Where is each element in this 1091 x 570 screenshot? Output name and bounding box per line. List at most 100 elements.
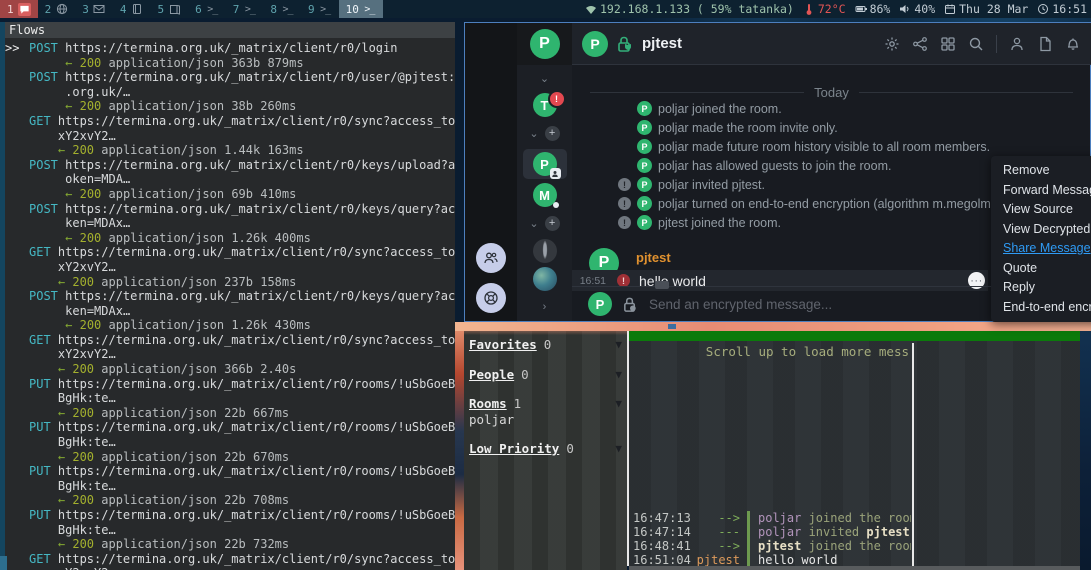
explore-button[interactable]: [476, 283, 506, 313]
flow-url-continuation: ken=MDAx…: [65, 304, 130, 318]
time-label: 16:51: [1052, 2, 1087, 16]
add-room-button[interactable]: +: [545, 126, 560, 141]
log-line: 16:48:41-->pjtest joined the room.: [633, 539, 911, 553]
collapse-triangle-icon[interactable]: ▼: [615, 397, 622, 410]
encrypted-lock-icon: [616, 35, 634, 53]
room-list-item[interactable]: poljar: [464, 411, 627, 427]
menu-item-share-message[interactable]: Share Message: [991, 239, 1091, 259]
section-rooms[interactable]: Rooms1▼: [464, 396, 627, 411]
grid-icon[interactable]: [940, 36, 956, 52]
menu-item-forward-message[interactable]: Forward Message: [991, 181, 1091, 201]
section-people[interactable]: People0▼: [464, 367, 627, 382]
search-icon[interactable]: [968, 36, 984, 52]
response-code: 200: [72, 493, 94, 507]
globe-room-avatar[interactable]: [533, 267, 557, 291]
flow-url-continuation: ken=MDAx…: [65, 216, 130, 230]
flow-item[interactable]: POST https://termina.org.uk/_matrix/clie…: [5, 289, 455, 333]
flow-response: ← 200 application/json 1.26k 400ms: [5, 231, 455, 246]
menu-item-quote[interactable]: Quote: [991, 259, 1091, 279]
room-avatar[interactable]: T!: [533, 93, 557, 117]
menu-item-end-to-end-encryption-information[interactable]: End-to-end encryption information: [991, 298, 1091, 318]
flow-item[interactable]: >>POST https://termina.org.uk/_matrix/cl…: [5, 41, 455, 70]
response-meta: application/json 1.44k 163ms: [94, 143, 304, 157]
flow-item[interactable]: PUT https://termina.org.uk/_matrix/clien…: [5, 377, 455, 421]
workspace-button-1[interactable]: 1: [0, 0, 38, 18]
people-button[interactable]: [476, 243, 506, 273]
flow-response: ← 200 application/json 366b 2.40s: [5, 362, 455, 377]
battery-label: 86%: [870, 2, 891, 16]
workspace-button-7[interactable]: 7>_: [226, 0, 264, 18]
workspace-button-10[interactable]: 10>_: [339, 0, 383, 18]
flow-item[interactable]: GET https://termina.org.uk/_matrix/clien…: [5, 114, 455, 158]
room-avatar[interactable]: P: [582, 31, 608, 57]
log-message-part: joined the room.: [801, 539, 911, 553]
collapse-triangle-icon[interactable]: ▼: [615, 338, 622, 351]
room-entry[interactable]: M: [533, 183, 557, 207]
expand-chevron-icon[interactable]: ›: [543, 301, 547, 313]
userlist-divider[interactable]: [912, 343, 914, 566]
menu-item-reply[interactable]: Reply: [991, 278, 1091, 298]
workspace-button-6[interactable]: 6>_: [188, 0, 226, 18]
response-meta: application/json 69b 410ms: [101, 187, 296, 201]
workspace-button-2[interactable]: 2: [38, 0, 76, 18]
room-entry[interactable]: [533, 267, 557, 291]
response-arrow: ←: [58, 143, 72, 157]
selected-room[interactable]: P: [523, 149, 567, 179]
flow-item[interactable]: GET https://termina.org.uk/_matrix/clien…: [5, 245, 455, 289]
workspace-button-8[interactable]: 8>_: [263, 0, 301, 18]
response-arrow: ←: [58, 537, 72, 551]
response-meta: application/json 363b 879ms: [101, 56, 303, 70]
flow-url-line: .org.uk/…: [5, 85, 455, 100]
taskbar: 123456>_7>_8>_9>_10>_ 192.168.1.133 ( 59…: [0, 0, 1091, 18]
person-icon[interactable]: [1009, 36, 1025, 52]
room-header-icons: [884, 35, 1081, 53]
menu-item-view-decrypted-source[interactable]: View Decrypted Source: [991, 220, 1091, 240]
flow-item[interactable]: POST https://termina.org.uk/_matrix/clie…: [5, 202, 455, 246]
section-chevron-icon[interactable]: ⌄: [529, 128, 538, 140]
collapse-triangle-icon[interactable]: ▼: [615, 442, 622, 455]
tower-room-avatar[interactable]: [533, 239, 557, 263]
terminal-icon: >_: [281, 3, 294, 16]
flow-item[interactable]: GET https://termina.org.uk/_matrix/clien…: [5, 333, 455, 377]
workspace-button-4[interactable]: 4: [113, 0, 151, 18]
menu-item-view-source[interactable]: View Source: [991, 200, 1091, 220]
wallpaper-detail: [668, 324, 676, 329]
workspace-button-5[interactable]: 5: [151, 0, 189, 18]
document-icon[interactable]: [1037, 36, 1053, 52]
volume-icon: [899, 3, 911, 15]
user-avatar[interactable]: P: [530, 29, 560, 59]
share-icon[interactable]: [912, 36, 928, 52]
flow-item[interactable]: PUT https://termina.org.uk/_matrix/clien…: [5, 508, 455, 552]
people-icon: [483, 250, 499, 266]
flow-response: ← 200 application/json 1.26k 430ms: [5, 318, 455, 333]
menu-item-remove[interactable]: Remove: [991, 161, 1091, 181]
workspace-button-3[interactable]: 3: [75, 0, 113, 18]
section-chevron-icon[interactable]: ⌄: [529, 218, 538, 230]
flow-response: ← 200 application/json 22b 708ms: [5, 493, 455, 508]
flow-item[interactable]: POST https://termina.org.uk/_matrix/clie…: [5, 158, 455, 202]
event-text: poljar made the room invite only.: [658, 121, 838, 135]
add-room-button[interactable]: +: [545, 216, 560, 231]
flow-item[interactable]: GET https://termina.org.uk/_matrix/clien…: [5, 552, 455, 570]
section-low-priority[interactable]: Low Priority0▼: [464, 441, 627, 456]
message-input[interactable]: Send an encrypted message...: [649, 297, 832, 312]
section-favorites[interactable]: Favorites0▼: [464, 337, 627, 352]
room-entry[interactable]: [533, 239, 557, 263]
gear-icon[interactable]: [884, 36, 900, 52]
flow-item[interactable]: PUT https://termina.org.uk/_matrix/clien…: [5, 464, 455, 508]
room-entry[interactable]: T!: [533, 93, 557, 117]
collapse-chevron-icon[interactable]: ⌄: [540, 73, 549, 85]
flow-item[interactable]: POST https://termina.org.uk/_matrix/clie…: [5, 70, 455, 114]
status-area: 192.168.1.133 ( 59% tatanka) 72°C 86% 40…: [585, 2, 1091, 16]
mitmproxy-window: Flows >>POST https://termina.org.uk/_mat…: [0, 22, 455, 570]
flow-item[interactable]: PUT https://termina.org.uk/_matrix/clien…: [5, 420, 455, 464]
room-avatar[interactable]: P: [533, 152, 557, 176]
event-avatar: P: [637, 177, 652, 192]
gomuks-input-bar[interactable]: [629, 566, 1080, 570]
collapse-triangle-icon[interactable]: ▼: [615, 368, 622, 381]
gomuks-window: Favorites0▼ People0▼ Rooms1▼poljar Low Prio…: [464, 331, 1080, 570]
room-avatar[interactable]: M: [533, 183, 557, 207]
bell-icon[interactable]: [1065, 36, 1081, 52]
workspace-button-9[interactable]: 9>_: [301, 0, 339, 18]
response-meta: application/json 237b 158ms: [94, 275, 296, 289]
